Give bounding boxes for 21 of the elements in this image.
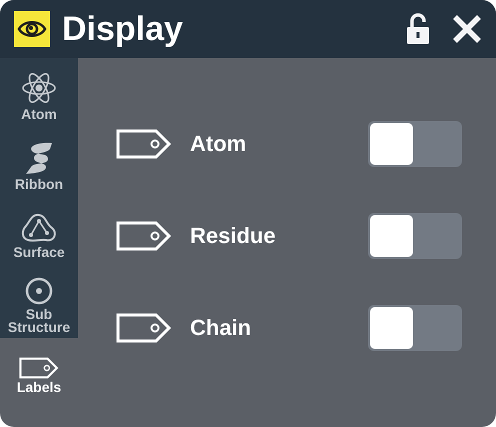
sidebar-tab[interactable]: Atom xyxy=(0,58,78,128)
sidebar-tab[interactable]: Labels xyxy=(0,338,78,408)
sidebar-tab[interactable]: Surface xyxy=(0,198,78,268)
option-label: Chain xyxy=(190,315,252,341)
toggle-switch[interactable] xyxy=(368,305,462,351)
toggle-switch[interactable] xyxy=(368,213,462,259)
option-label: Residue xyxy=(190,223,277,249)
toggle-switch[interactable] xyxy=(368,121,462,167)
tag-icon xyxy=(116,129,172,159)
tag-icon xyxy=(19,356,59,378)
tag-icon xyxy=(116,221,172,251)
close-icon[interactable] xyxy=(452,14,482,44)
eye-icon xyxy=(14,11,50,47)
sidebar-tab[interactable]: Ribbon xyxy=(0,128,78,198)
surface-icon xyxy=(20,212,58,244)
sidebar-tab[interactable]: Sub Structure xyxy=(0,268,78,338)
circle-dot-icon xyxy=(24,276,54,306)
option-label: Atom xyxy=(190,131,248,157)
tag-icon xyxy=(116,313,172,343)
unlock-icon[interactable] xyxy=(406,13,430,45)
window-title: Display xyxy=(62,10,184,48)
